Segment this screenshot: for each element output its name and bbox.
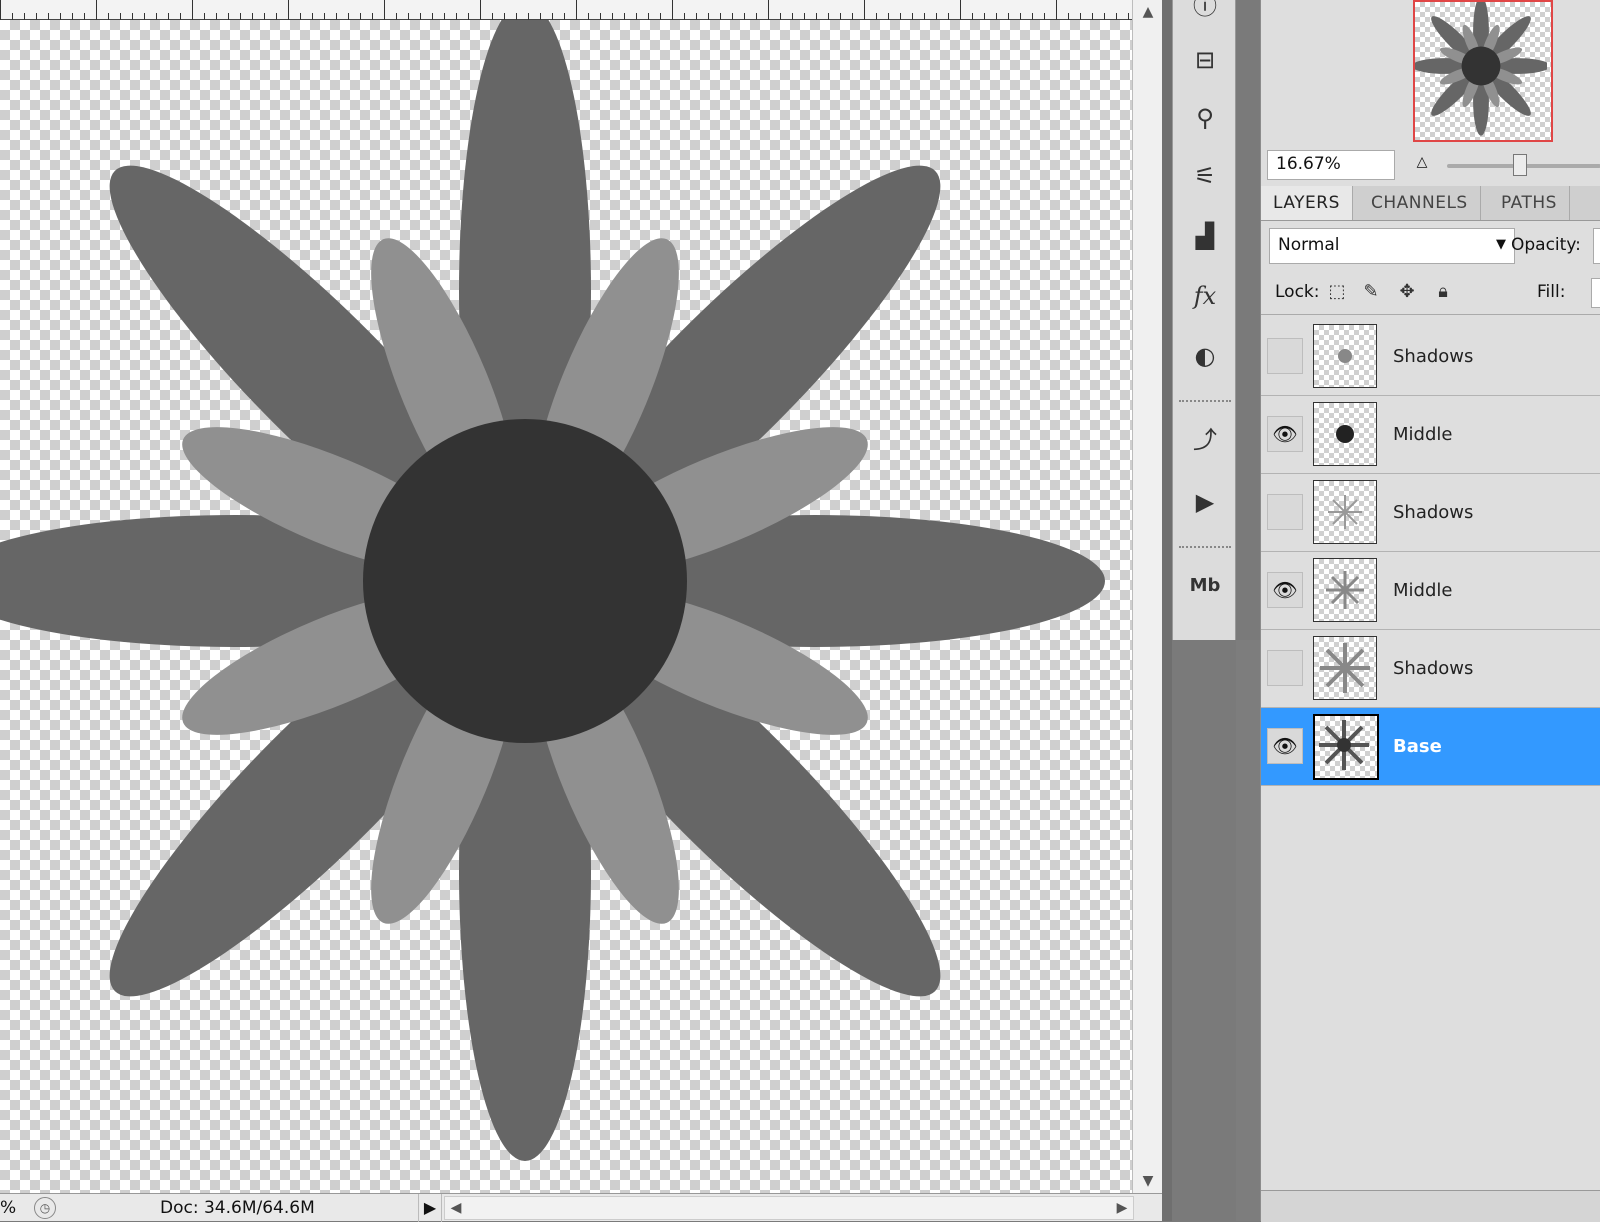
visibility-toggle[interactable] [1267,494,1303,530]
eye-icon[interactable]: 👁︎ [1267,572,1303,608]
scroll-right-arrow-icon[interactable]: ▶ [1111,1197,1133,1219]
actions-icon[interactable]: ▶ [1185,482,1225,522]
flower-center [363,419,687,743]
layer-row[interactable]: Shadows [1261,630,1600,708]
layer-name: Shadows [1393,346,1474,367]
tool-preset-icon[interactable]: ⚟ [1185,156,1225,196]
fill-label: Fill: [1537,282,1566,302]
scroll-up-arrow-icon[interactable]: ▲ [1133,0,1163,24]
layer-thumbnail [1313,558,1377,622]
tab-channels[interactable]: CHANNELS [1359,186,1481,220]
panel-dock-divider [1162,0,1172,1221]
info-icon[interactable]: ⓘ [1185,0,1225,26]
histogram-icon[interactable]: ▟ [1185,216,1225,256]
opacity-label: Opacity: [1511,235,1581,255]
layer-thumbnail [1313,324,1377,388]
document-canvas[interactable] [0,1,1132,1193]
layer-name: Shadows [1393,658,1474,679]
layers-panel-footer [1261,1190,1600,1222]
horizontal-scrollbar[interactable]: ◀ ▶ [444,1196,1134,1220]
history-icon[interactable]: ⤴ [1185,420,1225,460]
navigator-zoom-input[interactable]: 16.67% [1267,150,1395,180]
flower-center [1461,46,1501,86]
lock-all-padlock-icon[interactable]: 🔒︎ [1431,280,1455,304]
mini-bridge-icon[interactable]: Mb [1185,566,1225,606]
visibility-toggle[interactable] [1267,650,1303,686]
panel-tabs: LAYERS CHANNELS PATHS [1261,186,1600,221]
chevron-down-icon: ▼ [1496,237,1506,252]
layer-row[interactable]: Shadows [1261,474,1600,552]
layer-row[interactable]: Shadows [1261,318,1600,396]
styles-fx-icon[interactable]: fx [1185,276,1225,316]
navigator-flower [1411,0,1551,136]
navigator-thumbnail[interactable] [1411,0,1553,142]
lock-row: Lock: ⬚ ✎ ✥ 🔒︎ Fill: [1261,270,1600,315]
eye-icon[interactable]: 👁︎ [1267,416,1303,452]
flower-artwork [0,1,1105,1161]
zoom-out-mountain-icon[interactable]: △ [1411,154,1433,176]
lock-position-move-icon[interactable]: ✥ [1395,280,1419,304]
tab-layers[interactable]: LAYERS [1261,186,1353,220]
blend-mode-value: Normal [1278,235,1340,255]
layer-name: Middle [1393,424,1453,445]
brush-preset-icon[interactable]: ⚲ [1185,98,1225,138]
scroll-left-arrow-icon[interactable]: ◀ [445,1197,467,1219]
tab-paths[interactable]: PATHS [1489,186,1570,220]
clone-source-icon[interactable]: ⊟ [1185,40,1225,80]
status-bar: % ◷ Doc: 34.6M/64.6M ▶ ◀ ▶ [0,1193,1162,1222]
layer-thumbnail [1313,636,1377,700]
strip-grip[interactable] [1179,400,1231,406]
zoom-slider-handle[interactable] [1513,154,1527,176]
layer-name: Base [1393,736,1442,757]
vertical-scrollbar[interactable]: ▲ ▼ [1132,0,1162,1193]
horizontal-ruler [0,0,1132,20]
doc-size-info: Doc: 34.6M/64.6M [160,1198,315,1218]
lock-transparency-icon[interactable]: ⬚ [1325,280,1349,304]
lock-pixels-brush-icon[interactable]: ✎ [1359,280,1383,304]
layer-row[interactable]: 👁︎ Base [1261,708,1600,786]
layers-list: Shadows 👁︎ Middle Shadows 👁︎ Middle Shad… [1261,318,1600,786]
document-profile-icon[interactable]: ◷ [34,1197,56,1219]
dock-background [1236,640,1260,1221]
layer-name: Middle [1393,580,1453,601]
layer-thumbnail [1313,402,1377,466]
ruler-ticks [0,0,1129,20]
scroll-down-arrow-icon[interactable]: ▼ [1133,1169,1163,1193]
layer-row[interactable]: 👁︎ Middle [1261,396,1600,474]
adjustments-icon[interactable]: ◐ [1185,336,1225,376]
opacity-input[interactable] [1593,228,1600,264]
layer-row[interactable]: 👁︎ Middle [1261,552,1600,630]
eye-icon[interactable]: 👁︎ [1267,728,1303,764]
status-menu-arrow-icon[interactable]: ▶ [418,1194,442,1222]
layer-thumbnail [1313,480,1377,544]
zoom-level[interactable]: % [0,1194,16,1222]
layer-name: Shadows [1393,502,1474,523]
strip-grip[interactable] [1179,546,1231,552]
lock-label: Lock: [1275,282,1320,302]
panel-icon-strip: ⓘ ⊟ ⚲ ⚟ ▟ fx ◐ ⤴ ▶ Mb [1172,0,1236,640]
visibility-toggle[interactable] [1267,338,1303,374]
blend-mode-select[interactable]: Normal ▼ [1269,228,1515,264]
layers-panel-group: 16.67% △ LAYERS CHANNELS PATHS Normal ▼ … [1260,0,1600,1222]
fill-input[interactable] [1591,278,1600,308]
layer-thumbnail [1313,714,1379,780]
